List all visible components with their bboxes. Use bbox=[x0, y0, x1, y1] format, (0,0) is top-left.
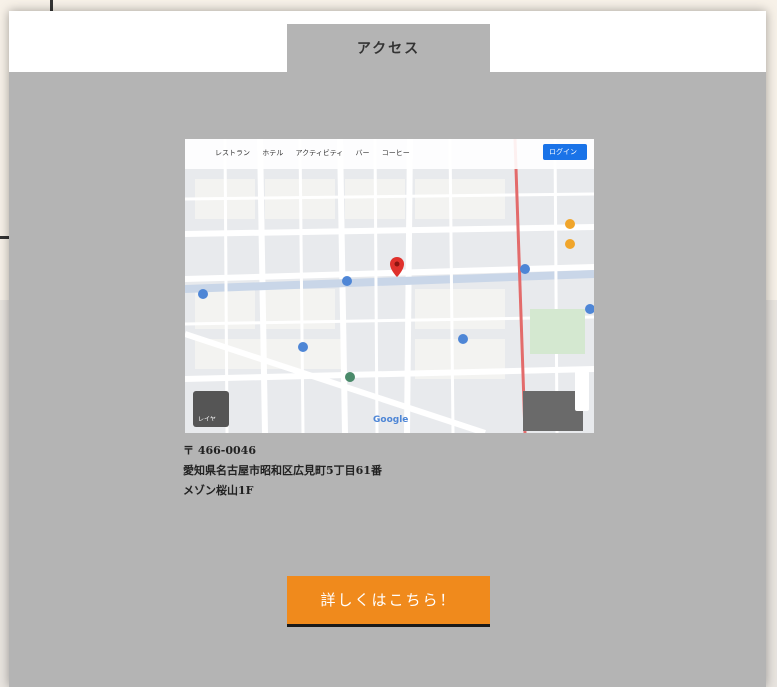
google-logo: Google bbox=[373, 415, 409, 425]
address-line-1: 愛知県名古屋市昭和区広見町5丁目61番 bbox=[183, 464, 382, 477]
layer-label[interactable]: レイヤ bbox=[198, 414, 216, 423]
details-button[interactable]: 詳しくはこちら！ bbox=[287, 576, 490, 627]
map-chip-bar: レストラン ホテル アクティビティ バー コーヒー bbox=[215, 148, 410, 158]
login-label[interactable]: ログイン bbox=[549, 147, 577, 157]
address-line-2: メゾン桜山1F bbox=[183, 484, 254, 497]
access-panel: アクセス レストラン ホテル アクティビティ バー コーヒー ログイン レイヤ … bbox=[9, 11, 766, 687]
postal-code: 〒 466-0046 bbox=[183, 444, 256, 457]
tab-access[interactable]: アクセス bbox=[287, 24, 490, 72]
embedded-map[interactable]: レストラン ホテル アクティビティ バー コーヒー ログイン レイヤ Googl… bbox=[185, 139, 594, 433]
address-block: 〒 466-0046 愛知県名古屋市昭和区広見町5丁目61番 メゾン桜山1F bbox=[183, 441, 382, 501]
chip-activity[interactable]: アクティビティ bbox=[295, 149, 343, 157]
chip-hotel[interactable]: ホテル bbox=[262, 149, 283, 157]
zoom-controls bbox=[575, 371, 589, 411]
street-view-thumbnail bbox=[523, 391, 583, 431]
chip-bar[interactable]: バー bbox=[356, 149, 370, 157]
map-canvas[interactable] bbox=[185, 139, 594, 433]
chip-coffee[interactable]: コーヒー bbox=[382, 149, 410, 157]
chip-restaurant[interactable]: レストラン bbox=[215, 149, 250, 157]
